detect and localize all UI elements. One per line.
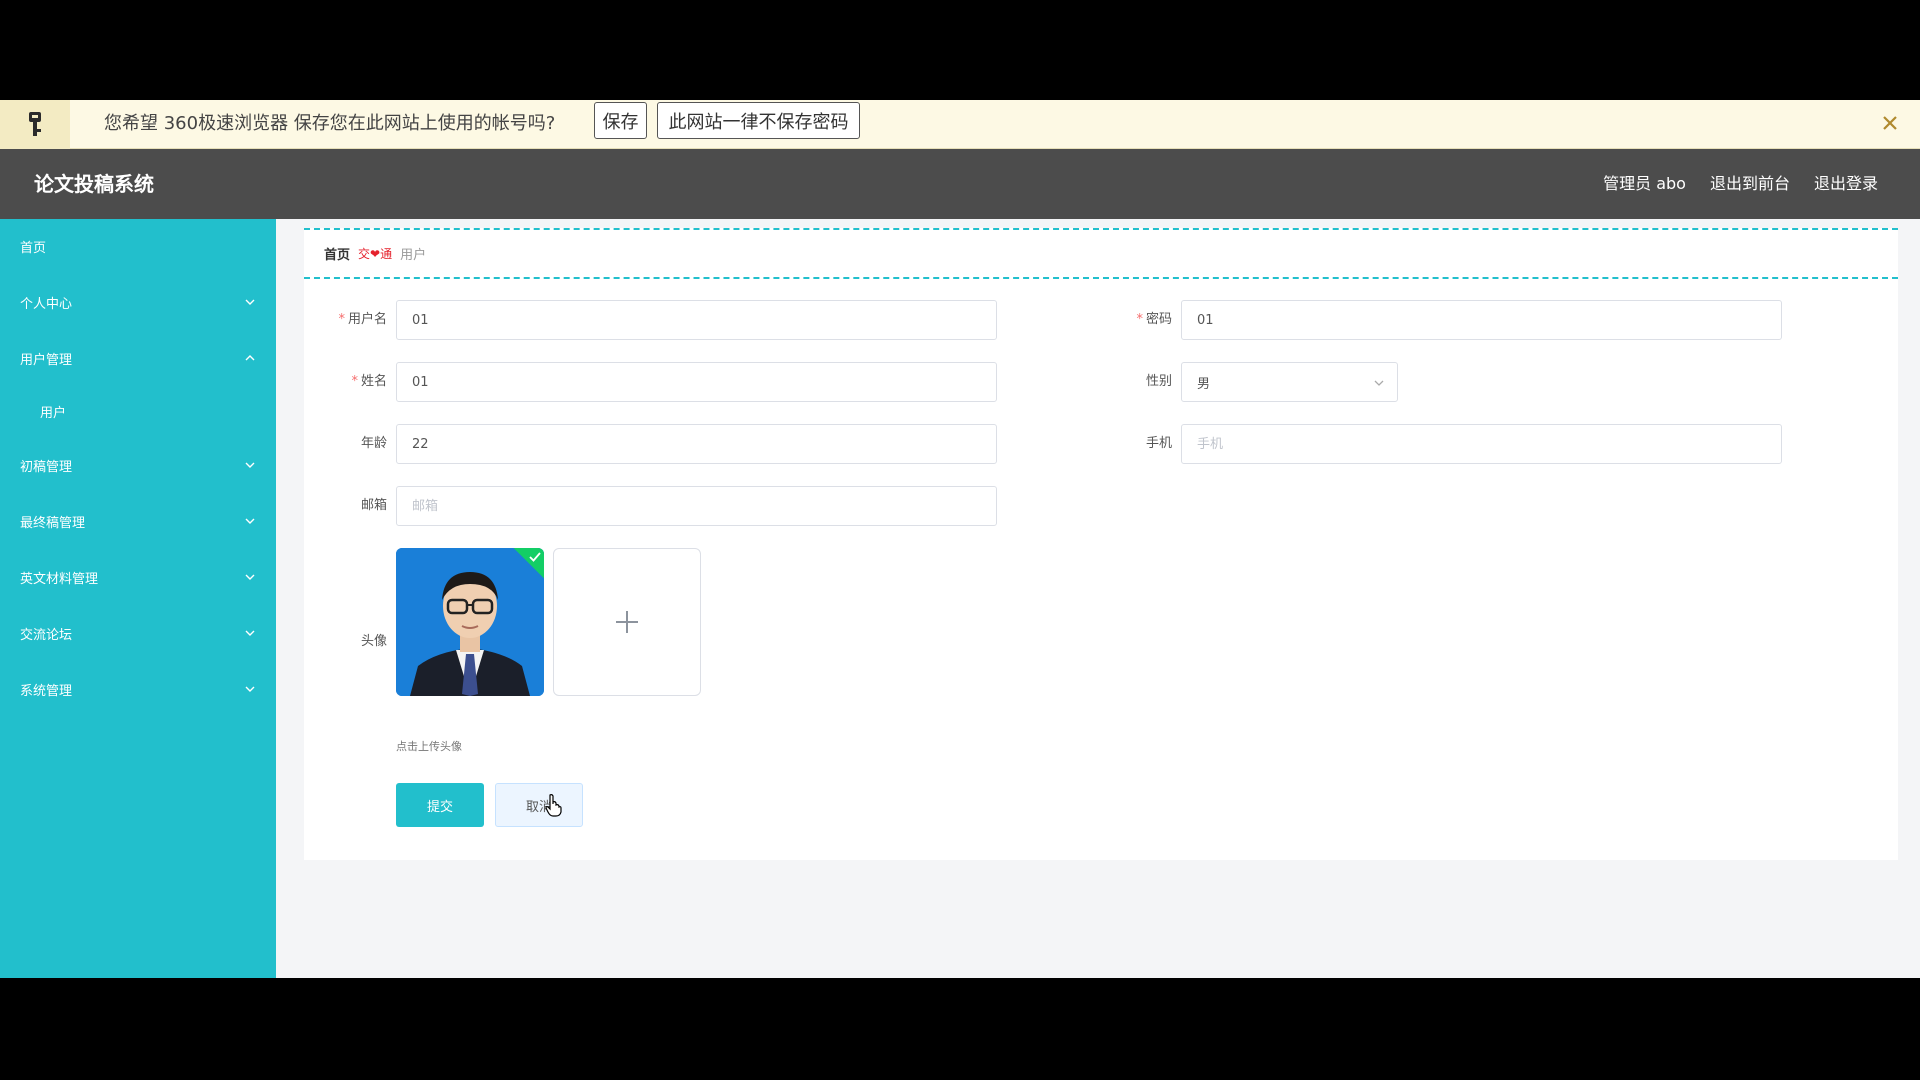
sidebar-item-users[interactable]: 用户	[0, 391, 276, 431]
chevron-down-icon	[245, 518, 255, 524]
breadcrumb: 首页 交❤通 用户	[304, 228, 1898, 279]
logout-link[interactable]: 退出登录	[1814, 173, 1878, 195]
age-input[interactable]	[396, 424, 997, 464]
breadcrumb-separator: 交❤通	[358, 247, 393, 261]
sidebar-item-home[interactable]: 首页	[0, 226, 276, 266]
app-screen: 您希望 360极速浏览器 保存您在此网站上使用的帐号吗? 保存 此网站一律不保存…	[0, 100, 1920, 978]
chevron-down-icon	[245, 462, 255, 468]
sidebar-item-english-materials[interactable]: 英文材料管理	[0, 557, 276, 597]
password-input[interactable]	[1181, 300, 1782, 340]
sidebar: 首页 个人中心 用户管理 用户 初稿管理 最终稿管理 英文材料管理 交流论坛 系…	[0, 219, 276, 978]
sidebar-item-forum[interactable]: 交流论坛	[0, 613, 276, 653]
avatar-uploader[interactable]	[553, 548, 701, 696]
age-label: 年龄	[360, 436, 387, 451]
sidebar-item-label: 交流论坛	[20, 627, 73, 643]
admin-user-label: 管理员 abo	[1603, 174, 1686, 193]
exit-to-frontend-link[interactable]: 退出到前台	[1710, 173, 1790, 195]
sidebar-item-label: 系统管理	[20, 683, 73, 699]
sidebar-item-label: 用户管理	[20, 352, 73, 368]
chevron-down-icon	[245, 299, 255, 305]
username-label: * 用户名	[338, 312, 387, 327]
phone-label: 手机	[1145, 436, 1172, 451]
app-header: 论文投稿系统 管理员 abo 退出到前台 退出登录	[0, 149, 1920, 219]
sidebar-item-label: 用户	[40, 405, 67, 421]
gender-selected-value: 男	[1197, 376, 1211, 392]
never-save-password-button[interactable]: 此网站一律不保存密码	[657, 102, 860, 139]
check-icon	[529, 552, 541, 562]
username-input[interactable]	[396, 300, 997, 340]
main-content: 首页 交❤通 用户 *用户名 *密码 *姓名 性别 男 年龄 手机 邮箱 头像	[304, 228, 1898, 860]
sidebar-item-label: 个人中心	[20, 296, 73, 312]
chevron-down-icon	[245, 574, 255, 580]
breadcrumb-current: 用户	[400, 248, 427, 263]
avatar-image[interactable]	[396, 548, 544, 696]
key-icon	[0, 100, 70, 149]
sidebar-item-draft-management[interactable]: 初稿管理	[0, 445, 276, 485]
avatar-upload-hint: 点击上传头像	[396, 740, 462, 753]
avatar-label: 头像	[360, 634, 387, 649]
sidebar-item-label: 首页	[20, 240, 47, 256]
close-icon[interactable]	[1878, 111, 1902, 135]
name-label: * 姓名	[351, 374, 387, 389]
header-nav: 管理员 abo 退出到前台 退出登录	[1603, 173, 1878, 195]
password-save-message: 您希望 360极速浏览器 保存您在此网站上使用的帐号吗?	[104, 113, 556, 134]
save-password-button[interactable]: 保存	[594, 102, 647, 139]
submit-button[interactable]: 提交	[396, 783, 484, 827]
chevron-down-icon	[1374, 380, 1384, 386]
avatar-photo	[396, 548, 544, 696]
sidebar-item-label: 英文材料管理	[20, 571, 99, 587]
sidebar-item-label: 初稿管理	[20, 459, 73, 475]
chevron-down-icon	[245, 686, 255, 692]
app-title: 论文投稿系统	[34, 172, 154, 196]
password-save-bar: 您希望 360极速浏览器 保存您在此网站上使用的帐号吗? 保存 此网站一律不保存…	[0, 100, 1920, 149]
chevron-down-icon	[245, 630, 255, 636]
plus-icon	[616, 611, 638, 633]
name-input[interactable]	[396, 362, 997, 402]
sidebar-item-personal-center[interactable]: 个人中心	[0, 282, 276, 322]
gender-label: 性别	[1145, 374, 1172, 389]
sidebar-item-system-management[interactable]: 系统管理	[0, 669, 276, 709]
sidebar-item-user-management[interactable]: 用户管理	[0, 338, 276, 378]
cancel-button[interactable]: 取消	[495, 783, 583, 827]
gender-select[interactable]: 男	[1181, 362, 1398, 402]
email-label: 邮箱	[360, 498, 387, 513]
sidebar-item-final-draft-management[interactable]: 最终稿管理	[0, 501, 276, 541]
sidebar-item-label: 最终稿管理	[20, 515, 86, 531]
breadcrumb-home[interactable]: 首页	[324, 244, 350, 263]
phone-input[interactable]	[1181, 424, 1782, 464]
password-label: * 密码	[1136, 312, 1172, 327]
email-input[interactable]	[396, 486, 997, 526]
chevron-up-icon	[245, 355, 255, 361]
